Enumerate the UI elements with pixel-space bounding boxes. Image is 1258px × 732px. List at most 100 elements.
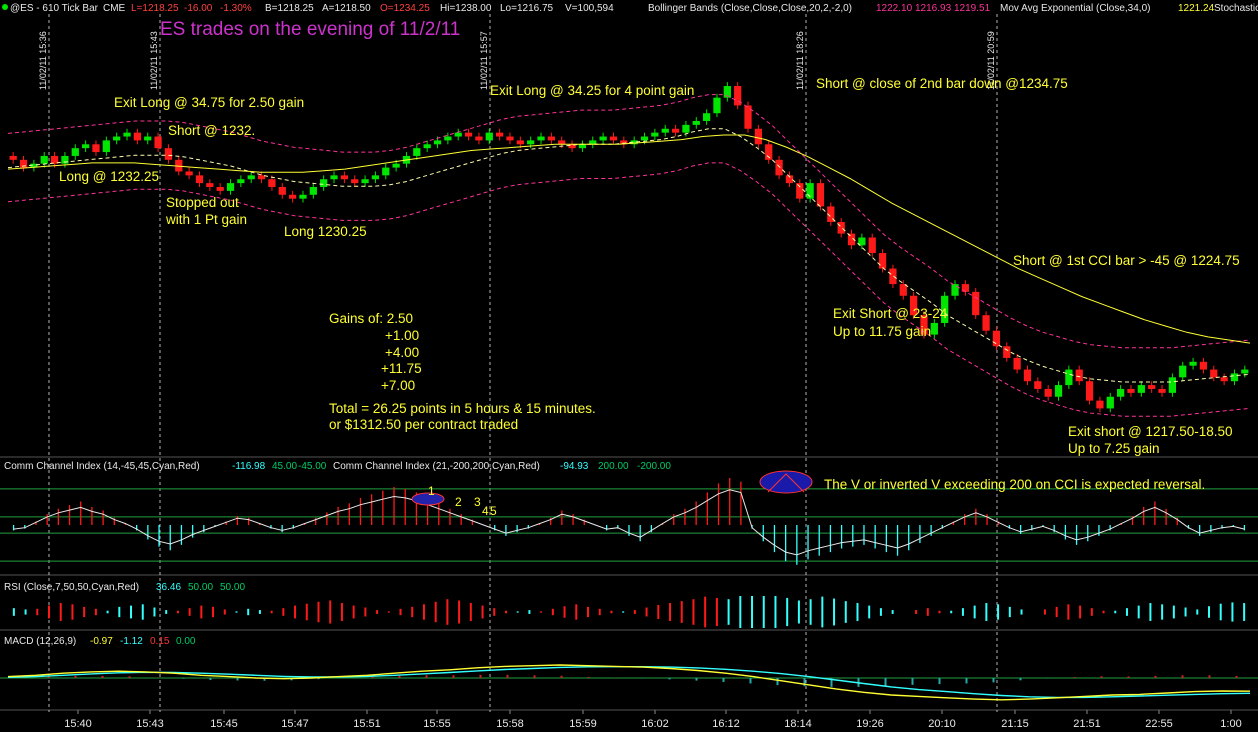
cci-count-1: 1 — [428, 484, 435, 498]
rsi-upper: 50.00 — [188, 582, 213, 593]
low-price: Lo=1216.75 — [500, 3, 554, 14]
gains-line-4: +11.75 — [381, 361, 422, 376]
time-tick-label: 15:47 — [281, 718, 309, 730]
gains-line-2: +1.00 — [385, 328, 419, 343]
annotation-short-2: Short @ close of 2nd bar down @1234.75 — [816, 76, 1068, 91]
candle-body — [278, 187, 286, 195]
candle-body — [889, 268, 897, 285]
cci-count-4: 4 — [482, 504, 489, 518]
candle-body — [102, 140, 110, 153]
cci21-label: Comm Channel Index (21,-200,200,Cyan,Red… — [333, 461, 540, 472]
cci14-label: Comm Channel Index (14,-45,45,Cyan,Red) — [4, 461, 200, 472]
candle-body — [320, 179, 328, 188]
annotation-short-3: Short @ 1st CCI bar > -45 @ 1224.75 — [1013, 253, 1240, 268]
candle-body — [330, 175, 338, 180]
candle-body — [123, 132, 131, 137]
ema-value: 1221.24 — [1178, 3, 1215, 14]
candle-body — [951, 284, 959, 296]
candle-body — [496, 132, 504, 137]
macd-signal-value: -1.12 — [120, 636, 143, 647]
candle-body — [816, 183, 825, 207]
candle-body — [226, 183, 235, 191]
candle-body — [661, 128, 669, 133]
candle-body — [340, 175, 348, 180]
session-separator-label: 11/02/11 15:43 — [149, 31, 159, 90]
cci14-value: -116.98 — [232, 461, 266, 472]
candle-body — [392, 163, 400, 168]
cci-annotation: The V or inverted V exceeding 200 on CCI… — [824, 477, 1205, 492]
candle-body — [1065, 369, 1073, 386]
bollinger-lower-value: 1216.93 — [915, 3, 952, 14]
time-tick-label: 1:00 — [1220, 718, 1241, 730]
candle-body — [982, 315, 990, 331]
candle-body — [289, 194, 297, 199]
candle-body — [216, 187, 224, 191]
net-change-pct: -1.30% — [220, 3, 252, 14]
trading-chart[interactable]: @ES - 610 Tick Bar CME L=1218.25 -16.00 … — [0, 0, 1258, 732]
candle-body — [1023, 369, 1032, 382]
candle-body — [1179, 365, 1187, 378]
candle-body — [485, 132, 493, 141]
candle-body — [796, 183, 804, 199]
time-tick-label: 15:55 — [423, 718, 451, 730]
status-dot-icon — [2, 4, 8, 10]
cci-count-5: 5 — [490, 504, 497, 518]
bollinger-upper-value: 1222.10 — [876, 3, 913, 14]
candle-body — [992, 330, 1001, 347]
candle-body — [961, 284, 969, 292]
chart-title: ES trades on the evening of 11/2/11 — [160, 19, 460, 40]
candle-body — [154, 136, 162, 149]
time-tick-label: 15:45 — [210, 718, 238, 730]
candle-body — [1148, 385, 1156, 389]
candle-body — [1168, 377, 1176, 393]
open-price: O=1234.25 — [380, 3, 430, 14]
candle-body — [133, 132, 141, 141]
candle-body — [868, 237, 876, 254]
candle-body — [92, 144, 100, 153]
candle-body — [527, 140, 535, 145]
annotation-exit-short-2: Exit short @ 1217.50-18.50 — [1068, 424, 1233, 439]
cci-count-3: 3 — [474, 495, 481, 509]
time-tick-label: 15:59 — [569, 718, 597, 730]
candle-body — [144, 136, 152, 141]
net-change: -16.00 — [184, 3, 213, 14]
rsi-lower: 50.00 — [220, 582, 245, 593]
candle-body — [599, 136, 607, 141]
candle-body — [454, 132, 462, 137]
annotation-exit-long-2: Exit Long @ 34.25 for 4 point gain — [490, 83, 694, 98]
candle-body — [651, 132, 659, 137]
candle-body — [206, 183, 214, 188]
candle-body — [371, 175, 380, 180]
macd-zero-value: 0.00 — [176, 636, 196, 647]
candle-body — [444, 136, 452, 141]
candle-body — [930, 322, 938, 335]
time-tick-label: 16:12 — [712, 718, 740, 730]
candle-body — [682, 124, 690, 133]
macd-hist-value: 0.15 — [150, 636, 170, 647]
annotation-exit-long-1: Exit Long @ 34.75 for 2.50 gain — [114, 95, 304, 110]
candle-body — [878, 253, 887, 269]
candle-body — [382, 167, 390, 176]
candle-body — [1085, 381, 1094, 401]
cci14-lower: -45.00 — [298, 461, 327, 472]
candle-body — [1106, 396, 1114, 409]
candle-body — [9, 155, 17, 160]
candle-body — [506, 136, 514, 141]
time-tick-label: 21:51 — [1073, 718, 1101, 730]
rsi-label: RSI (Close,7,50,50,Cyan,Red) — [4, 582, 139, 593]
annotation-long-2: Long 1230.25 — [284, 224, 367, 239]
candle-body — [40, 155, 48, 164]
gains-line-3: +4.00 — [385, 345, 419, 360]
candle-body — [433, 140, 442, 145]
candle-body — [361, 179, 369, 184]
candle-body — [309, 187, 317, 195]
candle-body — [837, 221, 845, 234]
high-price: Hi=1238.00 — [440, 3, 492, 14]
candle-body — [475, 136, 483, 141]
candle-body — [1013, 357, 1021, 370]
candle-body — [1189, 361, 1197, 366]
candle-body — [71, 148, 79, 156]
candle-body — [195, 175, 204, 184]
candle-body — [1117, 388, 1125, 397]
candle-body — [713, 97, 721, 114]
